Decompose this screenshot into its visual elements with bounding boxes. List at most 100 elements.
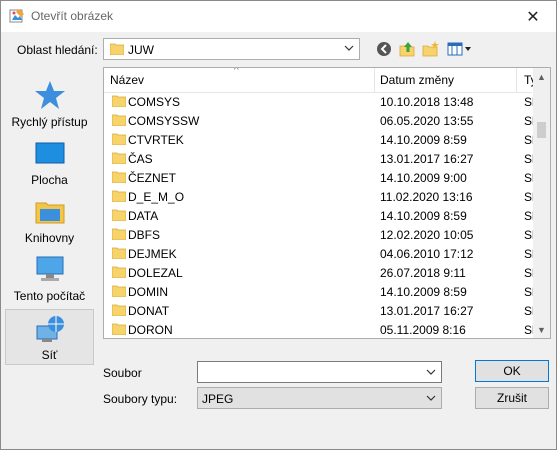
scroll-up-icon[interactable]: ▲ bbox=[533, 68, 550, 85]
folder-icon bbox=[112, 133, 126, 145]
lookin-value: JUW bbox=[128, 43, 154, 57]
file-name: DOMIN bbox=[128, 285, 168, 299]
file-row[interactable]: DBFS 12.02.2020 10:05 Sl bbox=[104, 225, 534, 244]
file-name: CTVRTEK bbox=[128, 133, 184, 147]
view-menu-icon bbox=[447, 42, 471, 56]
file-row[interactable]: COMSYSSW 06.05.2020 13:55 Sl bbox=[104, 111, 534, 130]
chevron-down-icon bbox=[426, 395, 436, 401]
folder-icon bbox=[112, 95, 126, 107]
folder-icon bbox=[112, 152, 126, 164]
ok-button[interactable]: OK bbox=[475, 360, 549, 382]
place-label: Rychlý přístup bbox=[11, 115, 88, 129]
file-name: DONAT bbox=[128, 304, 170, 318]
place-desktop[interactable]: Plocha bbox=[5, 133, 94, 189]
file-date: 14.10.2009 8:59 bbox=[380, 285, 467, 299]
folder-icon bbox=[112, 247, 126, 259]
file-row[interactable]: D_E_M_O 11.02.2020 13:16 Sl bbox=[104, 187, 534, 206]
file-date: 12.02.2020 10:05 bbox=[380, 228, 474, 242]
file-name: DBFS bbox=[128, 228, 161, 242]
place-label: Plocha bbox=[31, 173, 68, 187]
new-folder-icon bbox=[422, 41, 439, 57]
file-name: DATA bbox=[128, 209, 159, 223]
vertical-scrollbar[interactable]: ▲ ▼ bbox=[533, 68, 550, 338]
lookin-label: Oblast hledání: bbox=[17, 43, 98, 57]
back-button[interactable] bbox=[375, 40, 393, 58]
filetype-value: JPEG bbox=[202, 392, 234, 406]
desktop-icon bbox=[35, 142, 64, 164]
column-date[interactable]: Datum změny bbox=[380, 73, 454, 87]
place-this-pc[interactable]: Tento počítač bbox=[5, 249, 94, 305]
folder-icon bbox=[112, 171, 126, 183]
title-bar: Otevřít obrázek ✕ bbox=[1, 1, 556, 32]
file-row[interactable]: DOMIN 14.10.2009 8:59 Sl bbox=[104, 282, 534, 301]
filename-label: Soubor bbox=[103, 366, 142, 380]
close-icon: ✕ bbox=[526, 8, 540, 26]
column-name[interactable]: Název bbox=[110, 73, 144, 87]
place-libraries[interactable]: Knihovny bbox=[5, 191, 94, 247]
places-bar: Rychlý přístup Plocha Knihovny Tento poč… bbox=[5, 67, 94, 436]
scroll-down-icon[interactable]: ▼ bbox=[533, 321, 550, 338]
column-divider[interactable] bbox=[516, 68, 517, 92]
folder-icon bbox=[110, 43, 124, 55]
file-row[interactable]: DOLEZAL 26.07.2018 9:11 Sl bbox=[104, 263, 534, 282]
network-icon bbox=[36, 316, 64, 342]
file-name: ČAS bbox=[128, 152, 153, 166]
up-folder-icon bbox=[399, 42, 415, 57]
place-label: Tento počítač bbox=[13, 289, 86, 303]
place-quick-access[interactable]: Rychlý přístup bbox=[5, 75, 94, 131]
file-date: 10.10.2018 13:48 bbox=[380, 95, 474, 109]
view-menu-button[interactable] bbox=[447, 40, 473, 58]
file-date: 04.06.2010 17:12 bbox=[380, 247, 474, 261]
file-date: 06.05.2020 13:55 bbox=[380, 114, 474, 128]
folder-icon bbox=[112, 190, 126, 202]
file-date: 11.02.2020 13:16 bbox=[380, 190, 473, 204]
window-title: Otevřít obrázek bbox=[31, 9, 114, 23]
new-folder-button[interactable] bbox=[422, 40, 440, 58]
folder-icon bbox=[112, 323, 126, 335]
filename-field[interactable] bbox=[197, 361, 442, 383]
star-icon bbox=[34, 81, 65, 109]
file-name: DOLEZAL bbox=[128, 266, 183, 280]
folder-icon bbox=[112, 228, 126, 240]
file-row[interactable]: DORON 05.11.2009 8:16 Sl bbox=[104, 320, 534, 338]
file-name: COMSYS bbox=[128, 95, 181, 109]
file-row[interactable]: DATA 14.10.2009 8:59 Sl bbox=[104, 206, 534, 225]
file-date: 14.10.2009 8:59 bbox=[380, 209, 467, 223]
file-row[interactable]: DEJMEK 04.06.2010 17:12 Sl bbox=[104, 244, 534, 263]
sort-ascending-icon: ^ bbox=[234, 67, 239, 76]
file-date: 14.10.2009 8:59 bbox=[380, 133, 467, 147]
place-network[interactable]: Síť bbox=[5, 309, 94, 365]
file-name: D_E_M_O bbox=[128, 190, 185, 204]
lookin-dropdown[interactable]: JUW bbox=[103, 38, 360, 60]
file-name: COMSYSSW bbox=[128, 114, 200, 128]
paint-app-icon bbox=[9, 9, 24, 23]
folder-icon bbox=[112, 114, 126, 126]
file-date: 13.01.2017 16:27 bbox=[380, 304, 474, 318]
file-row[interactable]: ČAS 13.01.2017 16:27 Sl bbox=[104, 149, 534, 168]
file-name: DORON bbox=[128, 323, 173, 337]
folder-icon bbox=[112, 209, 126, 221]
computer-icon bbox=[36, 256, 63, 281]
place-label: Knihovny bbox=[24, 231, 75, 245]
chevron-down-icon bbox=[344, 45, 354, 51]
back-icon bbox=[377, 42, 391, 56]
file-row[interactable]: COMSYS 10.10.2018 13:48 Sl bbox=[104, 92, 534, 111]
column-divider[interactable] bbox=[374, 68, 375, 92]
file-date: 13.01.2017 16:27 bbox=[380, 152, 474, 166]
folder-icon bbox=[112, 266, 126, 278]
cancel-button[interactable]: Zrušit bbox=[475, 387, 549, 409]
file-row[interactable]: DONAT 13.01.2017 16:27 Sl bbox=[104, 301, 534, 320]
scroll-thumb[interactable] bbox=[537, 122, 546, 138]
close-button[interactable]: ✕ bbox=[510, 1, 556, 32]
file-date: 26.07.2018 9:11 bbox=[380, 266, 466, 280]
file-row[interactable]: ČEZNET 14.10.2009 9:00 Sl bbox=[104, 168, 534, 187]
filetype-dropdown[interactable]: JPEG bbox=[197, 387, 442, 409]
file-date: 14.10.2009 9:00 bbox=[380, 171, 467, 185]
up-folder-button[interactable] bbox=[399, 40, 417, 58]
column-header: ^ Název Datum změny Ty bbox=[104, 67, 537, 93]
file-row[interactable]: CTVRTEK 14.10.2009 8:59 Sl bbox=[104, 130, 534, 149]
libraries-icon bbox=[35, 202, 64, 224]
file-name: DEJMEK bbox=[128, 247, 177, 261]
file-list[interactable]: ^ Název Datum změny Ty COMSYS 10.10.2018 … bbox=[103, 67, 551, 339]
chevron-down-icon[interactable] bbox=[425, 365, 437, 379]
